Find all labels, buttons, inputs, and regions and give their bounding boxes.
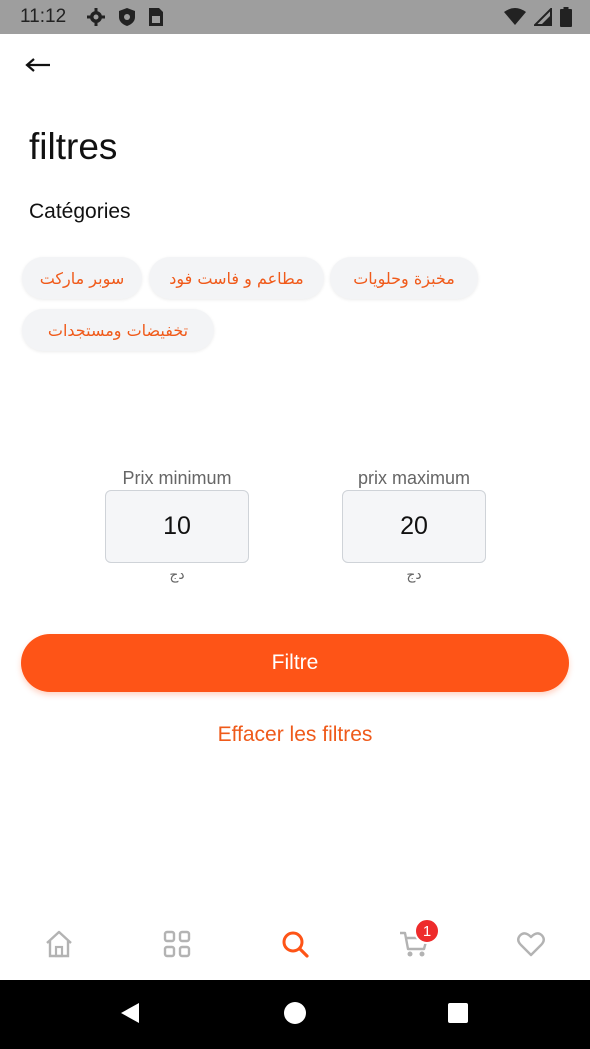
nav-cart[interactable]: 1 [394, 918, 440, 966]
max-price-unit: دج [406, 567, 422, 583]
chip-label: مطاعم و فاست فود [169, 268, 304, 288]
chip-label: سوبر ماركت [39, 268, 125, 288]
system-nav-bar [0, 980, 590, 1049]
min-price-input[interactable]: 10 [105, 490, 249, 563]
nav-favorites[interactable] [511, 926, 551, 966]
nav-search[interactable] [275, 926, 315, 966]
wifi-icon [504, 8, 526, 31]
status-icons-left [86, 7, 164, 32]
search-icon [281, 930, 309, 963]
home-icon [44, 930, 74, 963]
clear-filters-link[interactable]: Effacer les filtres [0, 723, 590, 747]
chip-supermarket[interactable]: سوبر ماركت [22, 257, 142, 299]
sim-card-icon [148, 7, 164, 32]
min-price-label: Prix minimum [122, 468, 232, 488]
signal-icon [532, 6, 552, 31]
system-back-button[interactable] [115, 1000, 145, 1030]
status-time: 11:12 [20, 6, 67, 27]
system-recents-button[interactable] [443, 1000, 473, 1030]
arrow-left-icon [25, 57, 51, 77]
chip-bakery[interactable]: مخبزة وحلويات [330, 257, 478, 299]
categories-label: Catégories [29, 200, 131, 223]
min-price-group: Prix minimum 10 دج [105, 466, 249, 583]
bottom-nav: 1 [0, 906, 590, 980]
grid-icon [163, 930, 191, 963]
nav-categories[interactable] [157, 926, 197, 966]
max-price-input[interactable]: 20 [342, 490, 486, 563]
circle-home-icon [283, 1001, 307, 1030]
battery-icon [560, 7, 572, 32]
chip-discounts[interactable]: تخفيضات ومستجدات [22, 309, 214, 351]
triangle-back-icon [118, 1001, 142, 1030]
chip-label: تخفيضات ومستجدات [47, 320, 189, 340]
max-price-label: prix maximum [357, 468, 470, 488]
back-button[interactable] [22, 52, 54, 82]
heart-icon [517, 931, 545, 962]
min-price-unit: دج [169, 567, 185, 583]
chip-restaurants[interactable]: مطاعم و فاست فود [149, 257, 324, 299]
square-recents-icon [446, 1001, 470, 1030]
nav-home[interactable] [39, 926, 79, 966]
shield-icon [118, 7, 136, 32]
status-icons-right [504, 6, 572, 32]
gear-icon [86, 7, 106, 32]
page-title: filtres [29, 126, 118, 167]
filter-button-label: Filtre [271, 651, 319, 674]
system-home-button[interactable] [280, 1000, 310, 1030]
chip-label: مخبزة وحلويات [353, 268, 455, 288]
filter-button[interactable]: Filtre [21, 634, 569, 692]
max-price-group: prix maximum 20 دج [342, 466, 486, 583]
status-bar: 11:12 [0, 0, 590, 34]
cart-badge: 1 [414, 918, 440, 944]
